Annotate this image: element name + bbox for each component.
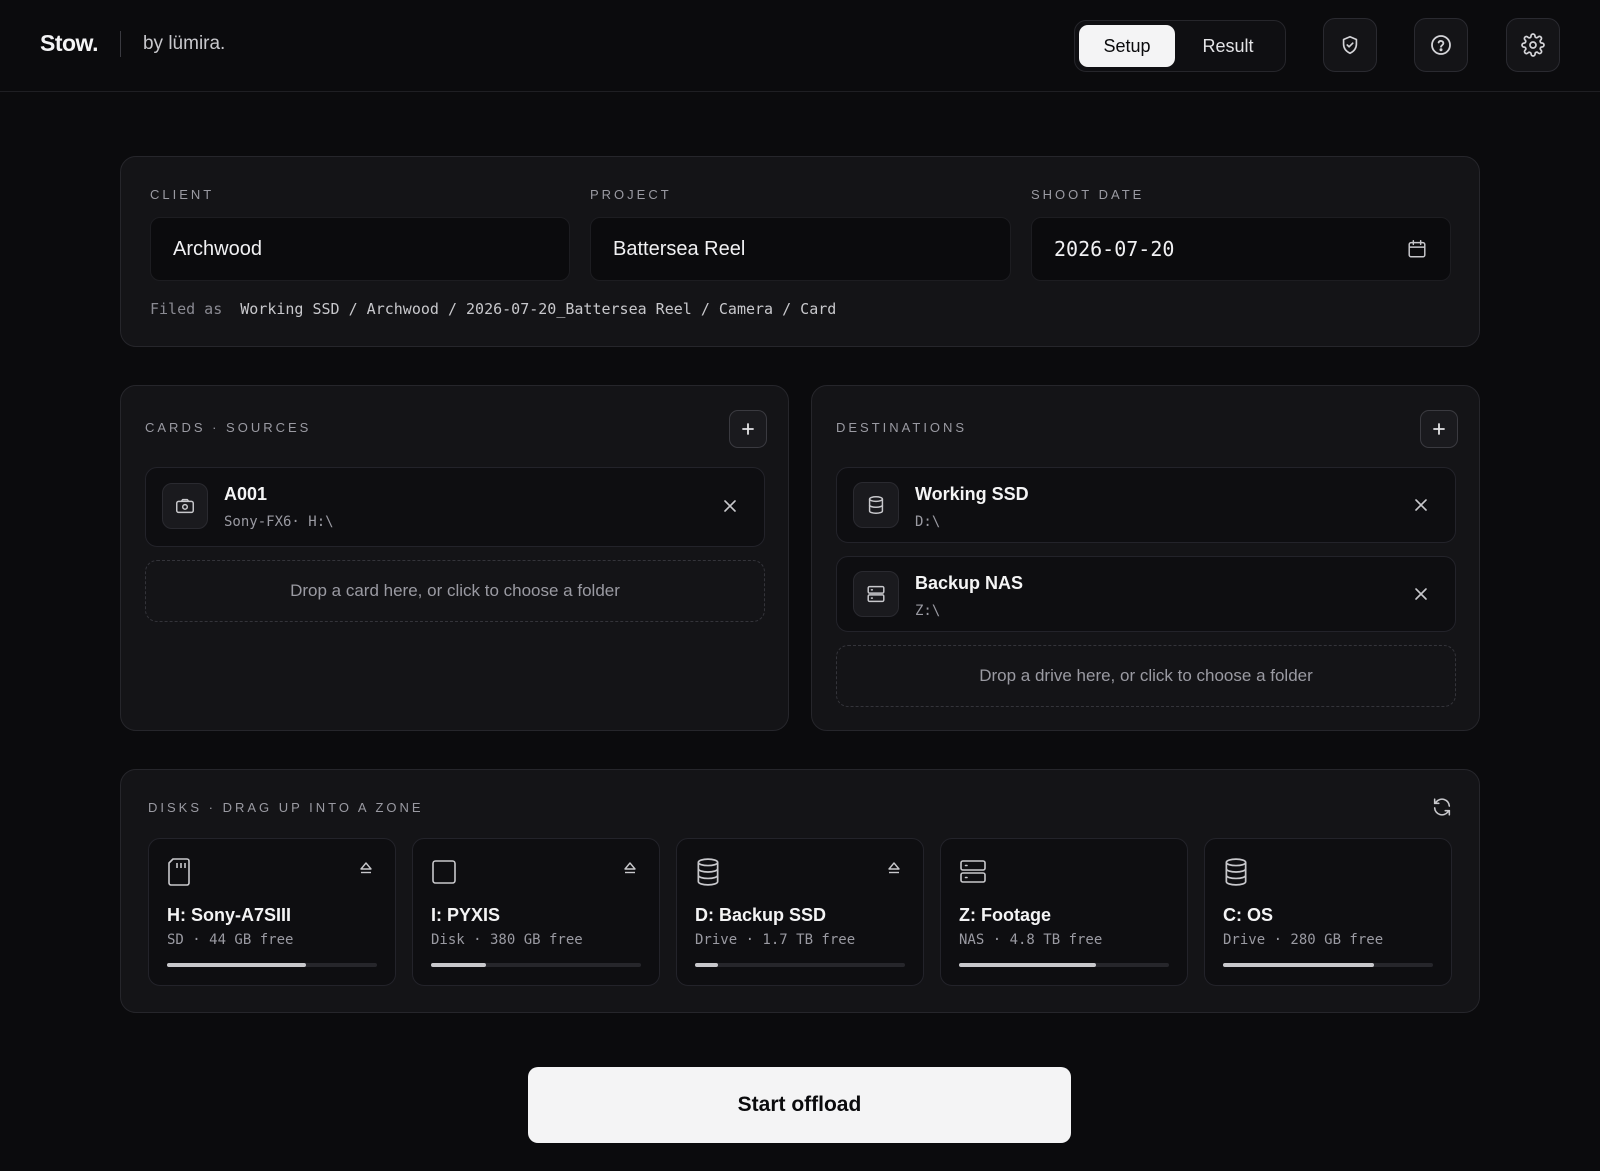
- destination-item[interactable]: Working SSD D:\: [836, 467, 1456, 543]
- help-button[interactable]: [1414, 18, 1468, 72]
- brand-divider: [119, 30, 121, 57]
- destination-name: Backup NAS: [915, 573, 1024, 593]
- disk-card[interactable]: C: OS Drive · 280 GB free: [1204, 838, 1452, 986]
- refresh-disks-button[interactable]: [1431, 796, 1453, 818]
- database-icon: [853, 482, 899, 528]
- disk-card[interactable]: I: PYXIS Disk · 380 GB free: [412, 838, 660, 986]
- server-icon: [853, 571, 899, 617]
- eject-icon[interactable]: [623, 861, 637, 875]
- disks-title: DISKS · DRAG UP INTO A ZONE: [148, 800, 424, 815]
- disk-detail: NAS · 4.8 TB free: [959, 932, 1103, 948]
- close-icon: [1414, 587, 1428, 601]
- disk-usage-bar: [167, 963, 377, 967]
- disk-usage-fill: [167, 963, 306, 967]
- source-drop-text: Drop a card here, or click to choose a f…: [290, 581, 620, 600]
- shoot-date-value: 2026-07-20: [1054, 237, 1175, 261]
- tab-result[interactable]: Result: [1175, 25, 1281, 67]
- remove-destination-button[interactable]: [1411, 495, 1431, 515]
- disk-usage-fill: [959, 963, 1096, 967]
- disk-detail: SD · 44 GB free: [167, 932, 294, 948]
- disk-card[interactable]: Z: Footage NAS · 4.8 TB free: [940, 838, 1188, 986]
- brand: Stow. by lümira.: [40, 30, 225, 57]
- source-detail: Sony-FX6· H:\: [224, 514, 334, 530]
- disk-name: H: Sony-A7SIII: [167, 905, 292, 925]
- app-header: Stow. by lümira. Setup Result: [0, 0, 1600, 92]
- sources-panel: CARDS · SOURCES A001 Sony-FX6· H:\ Drop …: [120, 385, 789, 731]
- database-icon: [695, 857, 723, 887]
- disk-card[interactable]: H: Sony-A7SIII SD · 44 GB free: [148, 838, 396, 986]
- destination-detail: D:\: [915, 514, 941, 530]
- brand-byline: by lümira.: [142, 32, 226, 54]
- filed-as-label: Filed as: [150, 300, 223, 318]
- shield-check-icon: [1339, 34, 1361, 56]
- plus-icon: [740, 421, 756, 437]
- client-input[interactable]: Archwood: [150, 217, 570, 281]
- disk-usage-fill: [1223, 963, 1375, 967]
- client-label: CLIENT: [150, 187, 215, 202]
- disk-usage-bar: [959, 963, 1169, 967]
- close-icon: [1414, 498, 1428, 512]
- server-icon: [959, 857, 989, 887]
- destination-item[interactable]: Backup NAS Z:\: [836, 556, 1456, 632]
- disk-card[interactable]: D: Backup SSD Drive · 1.7 TB free: [676, 838, 924, 986]
- source-drop-zone[interactable]: Drop a card here, or click to choose a f…: [145, 560, 765, 622]
- camera-icon: [162, 483, 208, 529]
- shoot-date-label: SHOOT DATE: [1031, 187, 1145, 202]
- project-details-panel: CLIENT Archwood PROJECT Battersea Reel S…: [120, 156, 1480, 347]
- settings-button[interactable]: [1506, 18, 1560, 72]
- project-label: PROJECT: [590, 187, 672, 202]
- brand-name: Stow.: [40, 30, 98, 56]
- remove-destination-button[interactable]: [1411, 584, 1431, 604]
- disk-detail: Drive · 1.7 TB free: [695, 932, 856, 948]
- remove-source-button[interactable]: [720, 496, 740, 516]
- refresh-icon: [1431, 796, 1453, 818]
- disk-detail: Drive · 280 GB free: [1223, 932, 1384, 948]
- disk-name: C: OS: [1223, 905, 1274, 925]
- eject-icon[interactable]: [887, 861, 901, 875]
- view-switcher: Setup Result: [1074, 20, 1286, 72]
- eject-icon[interactable]: [359, 861, 373, 875]
- gear-icon: [1521, 33, 1545, 57]
- client-value: Archwood: [173, 237, 262, 260]
- source-item[interactable]: A001 Sony-FX6· H:\: [145, 467, 765, 547]
- destination-drop-text: Drop a drive here, or click to choose a …: [979, 666, 1313, 685]
- plus-icon: [1431, 421, 1447, 437]
- project-input[interactable]: Battersea Reel: [590, 217, 1011, 281]
- disk-usage-bar: [1223, 963, 1433, 967]
- disk-usage-bar: [695, 963, 905, 967]
- disk-detail: Disk · 380 GB free: [431, 932, 583, 948]
- add-source-button[interactable]: [729, 410, 767, 448]
- verify-button[interactable]: [1323, 18, 1377, 72]
- filed-as-path: Working SSD / Archwood / 2026-07-20_Batt…: [240, 300, 837, 318]
- disk-usage-fill: [431, 963, 486, 967]
- help-icon: [1429, 33, 1453, 57]
- shoot-date-input[interactable]: 2026-07-20: [1031, 217, 1451, 281]
- disk-name: D: Backup SSD: [695, 905, 827, 925]
- destination-name: Working SSD: [915, 484, 1029, 504]
- disks-panel: DISKS · DRAG UP INTO A ZONE H: Sony-A7SI…: [120, 769, 1480, 1013]
- project-value: Battersea Reel: [613, 237, 746, 260]
- tab-setup[interactable]: Setup: [1079, 25, 1175, 67]
- destinations-title: DESTINATIONS: [836, 420, 968, 435]
- source-name: A001: [224, 484, 268, 504]
- database-icon: [1223, 857, 1251, 887]
- square-disk-icon: [431, 857, 459, 887]
- disk-usage-fill: [695, 963, 719, 967]
- disk-name: Z: Footage: [959, 905, 1051, 925]
- disk-name: I: PYXIS: [431, 905, 501, 925]
- start-offload-button[interactable]: Start offload: [528, 1067, 1071, 1143]
- destination-detail: Z:\: [915, 603, 941, 619]
- add-destination-button[interactable]: [1420, 410, 1458, 448]
- destination-drop-zone[interactable]: Drop a drive here, or click to choose a …: [836, 645, 1456, 707]
- calendar-icon[interactable]: [1406, 238, 1428, 260]
- sd-card-icon: [167, 857, 195, 887]
- close-icon: [723, 499, 737, 513]
- filed-as-preview: Filed as Working SSD / Archwood / 2026-0…: [150, 300, 836, 318]
- disk-usage-bar: [431, 963, 641, 967]
- sources-title: CARDS · SOURCES: [145, 420, 312, 435]
- destinations-panel: DESTINATIONS Working SSD D:\ Backup NAS …: [811, 385, 1480, 731]
